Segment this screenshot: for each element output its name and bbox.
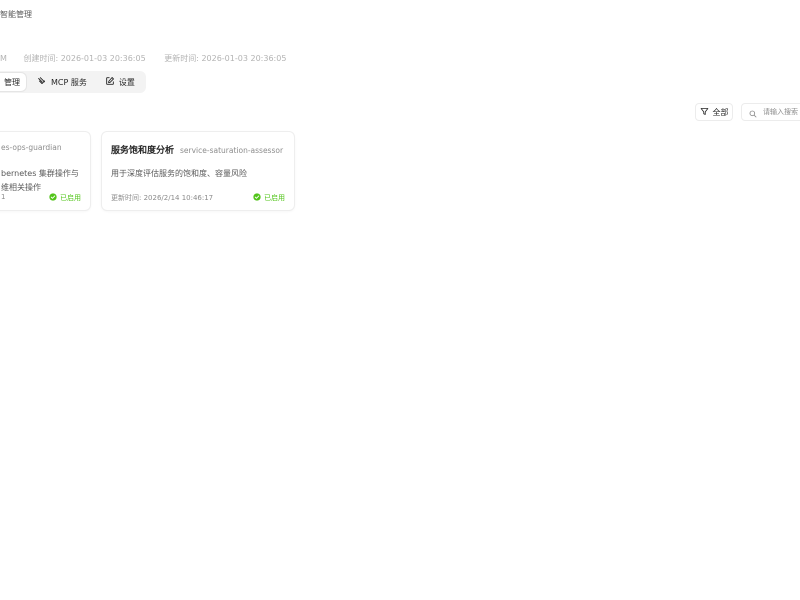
skill-card[interactable]: 服务饱和度分析 service-saturation-assessor 用于深度…: [101, 131, 295, 211]
updated-time: 更新时间: 2026-01-03 20:36:05: [164, 54, 287, 63]
tab-mcp-service[interactable]: MCP 服务: [30, 73, 94, 91]
check-circle-icon: [49, 193, 57, 203]
created-time: 创建时间: 2026-01-03 20:36:05: [23, 54, 146, 63]
status-badge: 已启用: [253, 193, 285, 203]
card-desc-line: bernetes 集群操作与: [1, 169, 79, 178]
filter-button[interactable]: 全部: [695, 103, 733, 121]
card-description: bernetes 集群操作与 维相关操作: [1, 167, 89, 195]
status-label: 已启用: [60, 194, 81, 202]
card-title-row: es-ops-guardian: [1, 143, 62, 152]
tab-manage-label: 管理: [4, 77, 20, 87]
card-description: 用于深度评估服务的饱和度、容量风险: [111, 167, 247, 181]
tab-settings[interactable]: 设置: [98, 73, 142, 91]
meta-fragment: M: [0, 54, 7, 63]
search-icon: [749, 103, 757, 122]
page: 智能管理 M 创建时间: 2026-01-03 20:36:05 更新时间: 2…: [0, 0, 800, 600]
card-desc-line: 用于深度评估服务的饱和度、容量风险: [111, 169, 247, 178]
tab-mcp-label: MCP 服务: [51, 77, 87, 87]
status-label: 已启用: [264, 194, 285, 202]
edit-icon: [105, 76, 115, 88]
filter-icon: [700, 107, 709, 118]
search-input[interactable]: [763, 108, 800, 116]
card-title-row: 服务饱和度分析 service-saturation-assessor: [111, 143, 283, 156]
card-title: 服务饱和度分析: [111, 146, 175, 156]
filter-label: 全部: [712, 107, 729, 117]
mcp-icon: [37, 76, 47, 88]
breadcrumb: 智能管理: [0, 10, 32, 19]
card-id: service-saturation-assessor: [180, 146, 284, 155]
tab-bar: 管理 MCP 服务 设置: [0, 71, 146, 93]
skill-card[interactable]: es-ops-guardian bernetes 集群操作与 维相关操作 1 已…: [0, 131, 91, 211]
tab-settings-label: 设置: [118, 77, 135, 87]
status-badge: 已启用: [49, 193, 81, 203]
check-circle-icon: [253, 193, 261, 203]
card-updated-time: 更新时间: 2026/2/14 10:46:17: [111, 194, 214, 202]
card-id: es-ops-guardian: [1, 143, 62, 152]
card-updated-time: 1: [1, 193, 6, 201]
tab-manage[interactable]: 管理: [0, 73, 26, 91]
search-box[interactable]: [741, 103, 800, 121]
meta-row: M 创建时间: 2026-01-03 20:36:05 更新时间: 2026-0…: [0, 53, 302, 64]
